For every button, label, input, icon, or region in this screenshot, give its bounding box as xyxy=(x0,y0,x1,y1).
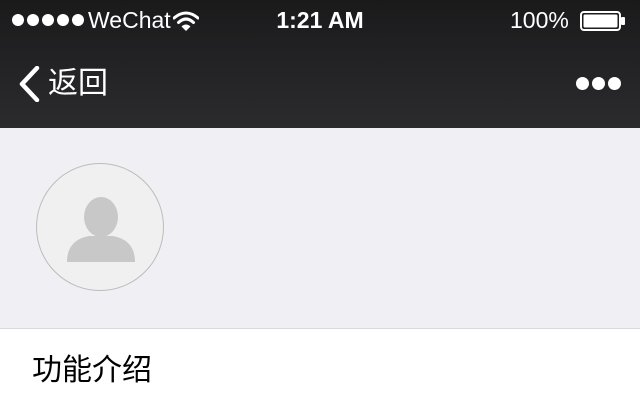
avatar[interactable] xyxy=(36,163,164,291)
more-options-button[interactable] xyxy=(574,72,622,96)
battery-percentage: 100% xyxy=(510,7,569,33)
status-bar: WeChat 1:21 AM 100% xyxy=(0,0,640,40)
back-button[interactable]: 返回 xyxy=(18,64,108,104)
navigation-bar: 返回 xyxy=(0,40,640,128)
back-label: 返回 xyxy=(48,67,108,100)
person-placeholder-icon xyxy=(67,197,135,262)
top-bar: WeChat 1:21 AM 100% 返回 xyxy=(0,0,640,128)
chevron-left-icon xyxy=(19,66,40,102)
feature-intro-label: 功能介绍 xyxy=(32,354,152,387)
profile-header xyxy=(0,128,640,329)
battery-icon xyxy=(580,11,625,31)
feature-intro-row[interactable]: 功能介绍 xyxy=(0,329,640,406)
